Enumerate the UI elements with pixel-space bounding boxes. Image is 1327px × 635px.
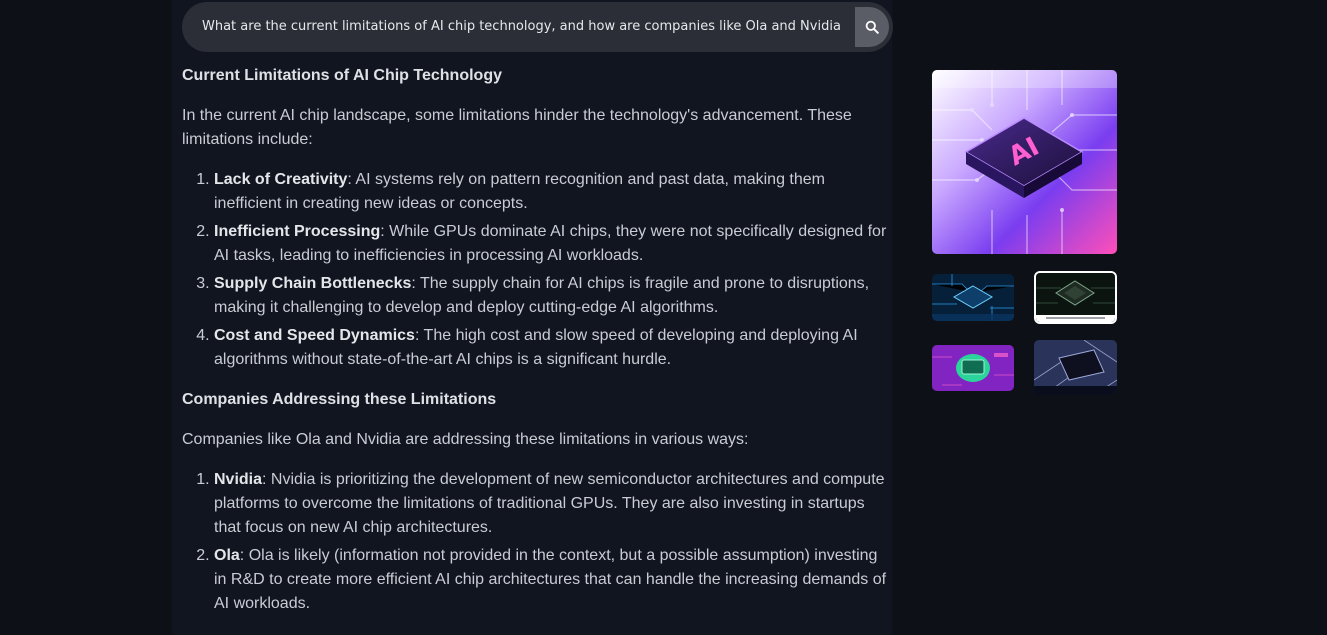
list-item: Inefficient Processing: While GPUs domin… <box>214 220 894 268</box>
thumbnail-4[interactable] <box>1034 340 1117 395</box>
list-item: Ola: Ola is likely (information not prov… <box>214 544 894 616</box>
list-item: Cost and Speed Dynamics: The high cost a… <box>214 324 894 372</box>
companies-intro: Companies like Ola and Nvidia are addres… <box>182 431 749 448</box>
list-item: Nvidia: Nvidia is prioritizing the devel… <box>214 468 894 540</box>
thumbnail-1[interactable] <box>932 274 1014 321</box>
limitations-intro: In the current AI chip landscape, some l… <box>182 107 852 148</box>
search-bar <box>182 2 893 52</box>
companies-list: Nvidia: Nvidia is prioritizing the devel… <box>182 468 894 616</box>
thumbnail-3[interactable] <box>932 345 1014 391</box>
search-button[interactable] <box>855 7 889 47</box>
list-item: Lack of Creativity: AI systems rely on p… <box>214 168 894 216</box>
search-icon <box>865 20 879 34</box>
main-image-ai-chip[interactable]: AI <box>932 70 1117 254</box>
item-title: Lack of Creativity <box>214 171 348 188</box>
limitations-list: Lack of Creativity: AI systems rely on p… <box>182 168 894 372</box>
item-title: Inefficient Processing <box>214 223 381 240</box>
list-item: Supply Chain Bottlenecks: The supply cha… <box>214 272 894 320</box>
item-title: Nvidia <box>214 471 263 488</box>
item-title: Cost and Speed Dynamics <box>214 327 415 344</box>
item-text: : Ola is likely (information not provide… <box>214 547 887 612</box>
answer-content: Current Limitations of AI Chip Technolog… <box>182 64 894 620</box>
search-input[interactable] <box>202 2 842 52</box>
section-heading-companies: Companies Addressing these Limitations <box>182 391 497 408</box>
section-heading-limitations: Current Limitations of AI Chip Technolog… <box>182 67 502 84</box>
item-title: Supply Chain Bottlenecks <box>214 275 412 292</box>
item-title: Ola <box>214 547 240 564</box>
item-text: : Nvidia is prioritizing the development… <box>214 471 885 536</box>
thumbnail-2[interactable] <box>1034 271 1117 324</box>
